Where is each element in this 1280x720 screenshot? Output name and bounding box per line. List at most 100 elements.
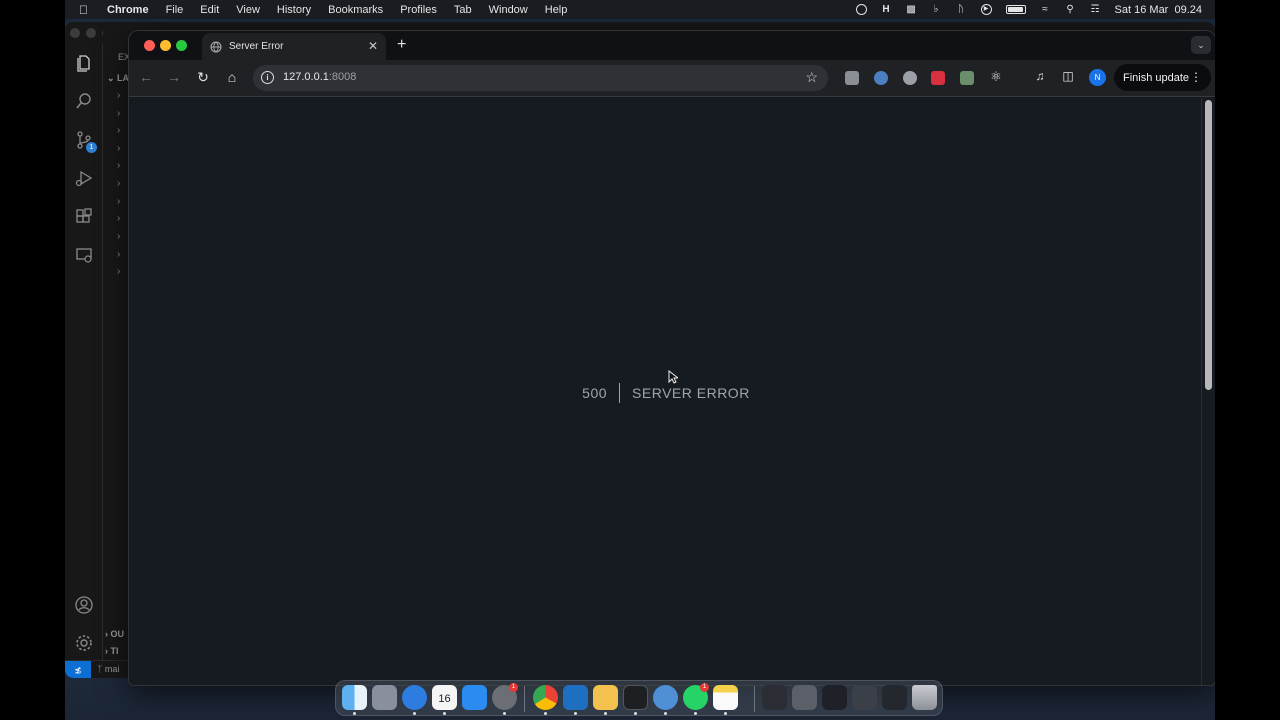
menu-window[interactable]: Window — [489, 4, 528, 16]
wifi-icon[interactable]: ≈ — [1040, 4, 1051, 15]
tree-chevron-icon[interactable]: › — [117, 249, 120, 260]
chrome-icon[interactable] — [533, 685, 558, 710]
vscode-close-button[interactable] — [70, 28, 80, 38]
tree-chevron-icon[interactable]: › — [117, 108, 120, 119]
tree-chevron-icon[interactable]: › — [117, 213, 120, 224]
site-info-icon[interactable]: i — [261, 71, 274, 84]
battery-icon[interactable] — [1005, 5, 1026, 14]
tree-chevron-icon[interactable]: › — [117, 266, 120, 277]
sequel-app-icon[interactable] — [593, 685, 618, 710]
search-icon[interactable] — [74, 91, 94, 111]
git-branch[interactable]: ᛉ mai — [97, 664, 119, 674]
terminal-icon[interactable] — [623, 685, 648, 710]
account-icon[interactable] — [74, 595, 94, 615]
launchpad-icon[interactable] — [372, 685, 397, 710]
minimized-window-thumbnail[interactable] — [792, 685, 817, 710]
extension-chat-icon[interactable] — [845, 71, 859, 85]
minimized-window-thumbnail[interactable] — [762, 685, 787, 710]
tab-strip: Server Error ✕ + ⌄ — [129, 31, 1215, 60]
tab-close-icon[interactable]: ✕ — [368, 39, 378, 53]
app-store-icon[interactable] — [462, 685, 487, 710]
profile-avatar[interactable]: N — [1089, 69, 1106, 86]
window-zoom-button[interactable] — [176, 40, 187, 51]
remote-indicator-icon[interactable]: ≴ — [65, 661, 91, 678]
tree-chevron-icon[interactable]: › — [117, 178, 120, 189]
extension-tool-icon[interactable] — [960, 71, 974, 85]
more-menu-icon[interactable]: ⋮ — [1190, 70, 1202, 84]
tree-chevron-icon[interactable]: › — [117, 143, 120, 154]
menu-tab[interactable]: Tab — [454, 4, 472, 16]
extension-red-icon[interactable] — [931, 71, 945, 85]
vscode-icon[interactable] — [563, 685, 588, 710]
error-message-block: 500 SERVER ERROR — [129, 383, 1203, 403]
finder-icon[interactable] — [342, 685, 367, 710]
menu-profiles[interactable]: Profiles — [400, 4, 437, 16]
page-scrollbar[interactable] — [1201, 98, 1215, 685]
macos-dock: 16 1 1 — [335, 680, 943, 716]
explorer-icon[interactable] — [74, 53, 94, 73]
play-icon[interactable]: ▶ — [980, 4, 992, 15]
tree-chevron-icon[interactable]: › — [117, 196, 120, 207]
h-app-icon[interactable]: H — [881, 4, 892, 15]
home-button[interactable]: ⌂ — [223, 69, 241, 85]
address-bar[interactable]: i 127.0.0.1:8008 ☆ — [253, 65, 828, 91]
menu-history[interactable]: History — [277, 4, 311, 16]
vscode-activity-bar: 1 — [65, 44, 103, 678]
extension-circle-icon[interactable] — [874, 71, 888, 85]
minimized-window-thumbnail[interactable] — [882, 685, 907, 710]
new-tab-button[interactable]: + — [397, 36, 406, 54]
extensions-icon[interactable] — [74, 207, 94, 227]
back-button[interactable]: ← — [137, 69, 155, 85]
finish-update-button[interactable]: Finish update ⋮ — [1114, 64, 1211, 91]
tree-chevron-icon[interactable]: › — [117, 90, 120, 101]
extensions-puzzle-icon[interactable]: ⚛ — [987, 69, 1005, 85]
notes-icon[interactable] — [713, 685, 738, 710]
remote-explorer-icon[interactable] — [74, 245, 94, 265]
outline-section[interactable]: › OU — [105, 629, 124, 639]
shield-icon[interactable]: ▩ — [906, 4, 917, 15]
menu-file[interactable]: File — [166, 4, 184, 16]
bookmark-star-icon[interactable]: ☆ — [805, 69, 818, 86]
menu-view[interactable]: View — [236, 4, 260, 16]
forward-button[interactable]: → — [165, 69, 183, 85]
apple-menu-icon[interactable]:  — [79, 3, 93, 17]
explorer-section[interactable]: ⌄ LA — [107, 73, 129, 84]
tree-chevron-icon[interactable]: › — [117, 231, 120, 242]
bluetooth-icon[interactable]: ᚢ — [956, 4, 967, 15]
safari-icon[interactable] — [402, 685, 427, 710]
menubar-status-area: H ▩ ♭ ᚢ ▶ ≈ ⚲ ☶ Sat 16 Mar 09.24 — [855, 0, 1202, 19]
url-text[interactable]: 127.0.0.1:8008 — [283, 71, 356, 83]
menu-edit[interactable]: Edit — [200, 4, 219, 16]
menubar-clock[interactable]: Sat 16 Mar 09.24 — [1115, 4, 1202, 16]
run-debug-icon[interactable] — [74, 168, 94, 188]
window-close-button[interactable] — [144, 40, 155, 51]
reload-button[interactable]: ↻ — [194, 69, 212, 86]
window-minimize-button[interactable] — [160, 40, 171, 51]
side-panel-icon[interactable]: ◫ — [1059, 69, 1077, 83]
menu-help[interactable]: Help — [545, 4, 568, 16]
outline-section-label: OU — [110, 629, 125, 639]
spotlight-search-icon[interactable]: ⚲ — [1065, 4, 1076, 15]
menu-app-name[interactable]: Chrome — [107, 4, 149, 16]
quicktime-icon[interactable] — [653, 685, 678, 710]
tab-search-chevron-icon[interactable]: ⌄ — [1191, 36, 1211, 54]
record-icon[interactable] — [855, 4, 867, 15]
timeline-section[interactable]: › TI — [105, 646, 119, 656]
minimized-window-thumbnail[interactable] — [852, 685, 877, 710]
trash-icon[interactable] — [912, 685, 937, 710]
vscode-minimize-button[interactable] — [86, 28, 96, 38]
calendar-icon[interactable]: 16 — [432, 685, 457, 710]
gear-icon[interactable] — [74, 633, 94, 653]
control-center-icon[interactable]: ☶ — [1090, 4, 1101, 15]
extension-globe-icon[interactable] — [903, 71, 917, 85]
menu-bookmarks[interactable]: Bookmarks — [328, 4, 383, 16]
tree-chevron-icon[interactable]: › — [117, 160, 120, 171]
screen:  Chrome File Edit View History Bookmark… — [0, 0, 1280, 720]
dock-separator — [754, 686, 755, 712]
media-control-icon[interactable]: ♫ — [1031, 69, 1049, 83]
minimized-window-thumbnail[interactable] — [822, 685, 847, 710]
tree-chevron-icon[interactable]: › — [117, 125, 120, 136]
headphones-icon[interactable]: ♭ — [931, 4, 942, 15]
scrollbar-thumb[interactable] — [1205, 100, 1212, 390]
tab-server-error[interactable]: Server Error ✕ — [202, 33, 386, 60]
